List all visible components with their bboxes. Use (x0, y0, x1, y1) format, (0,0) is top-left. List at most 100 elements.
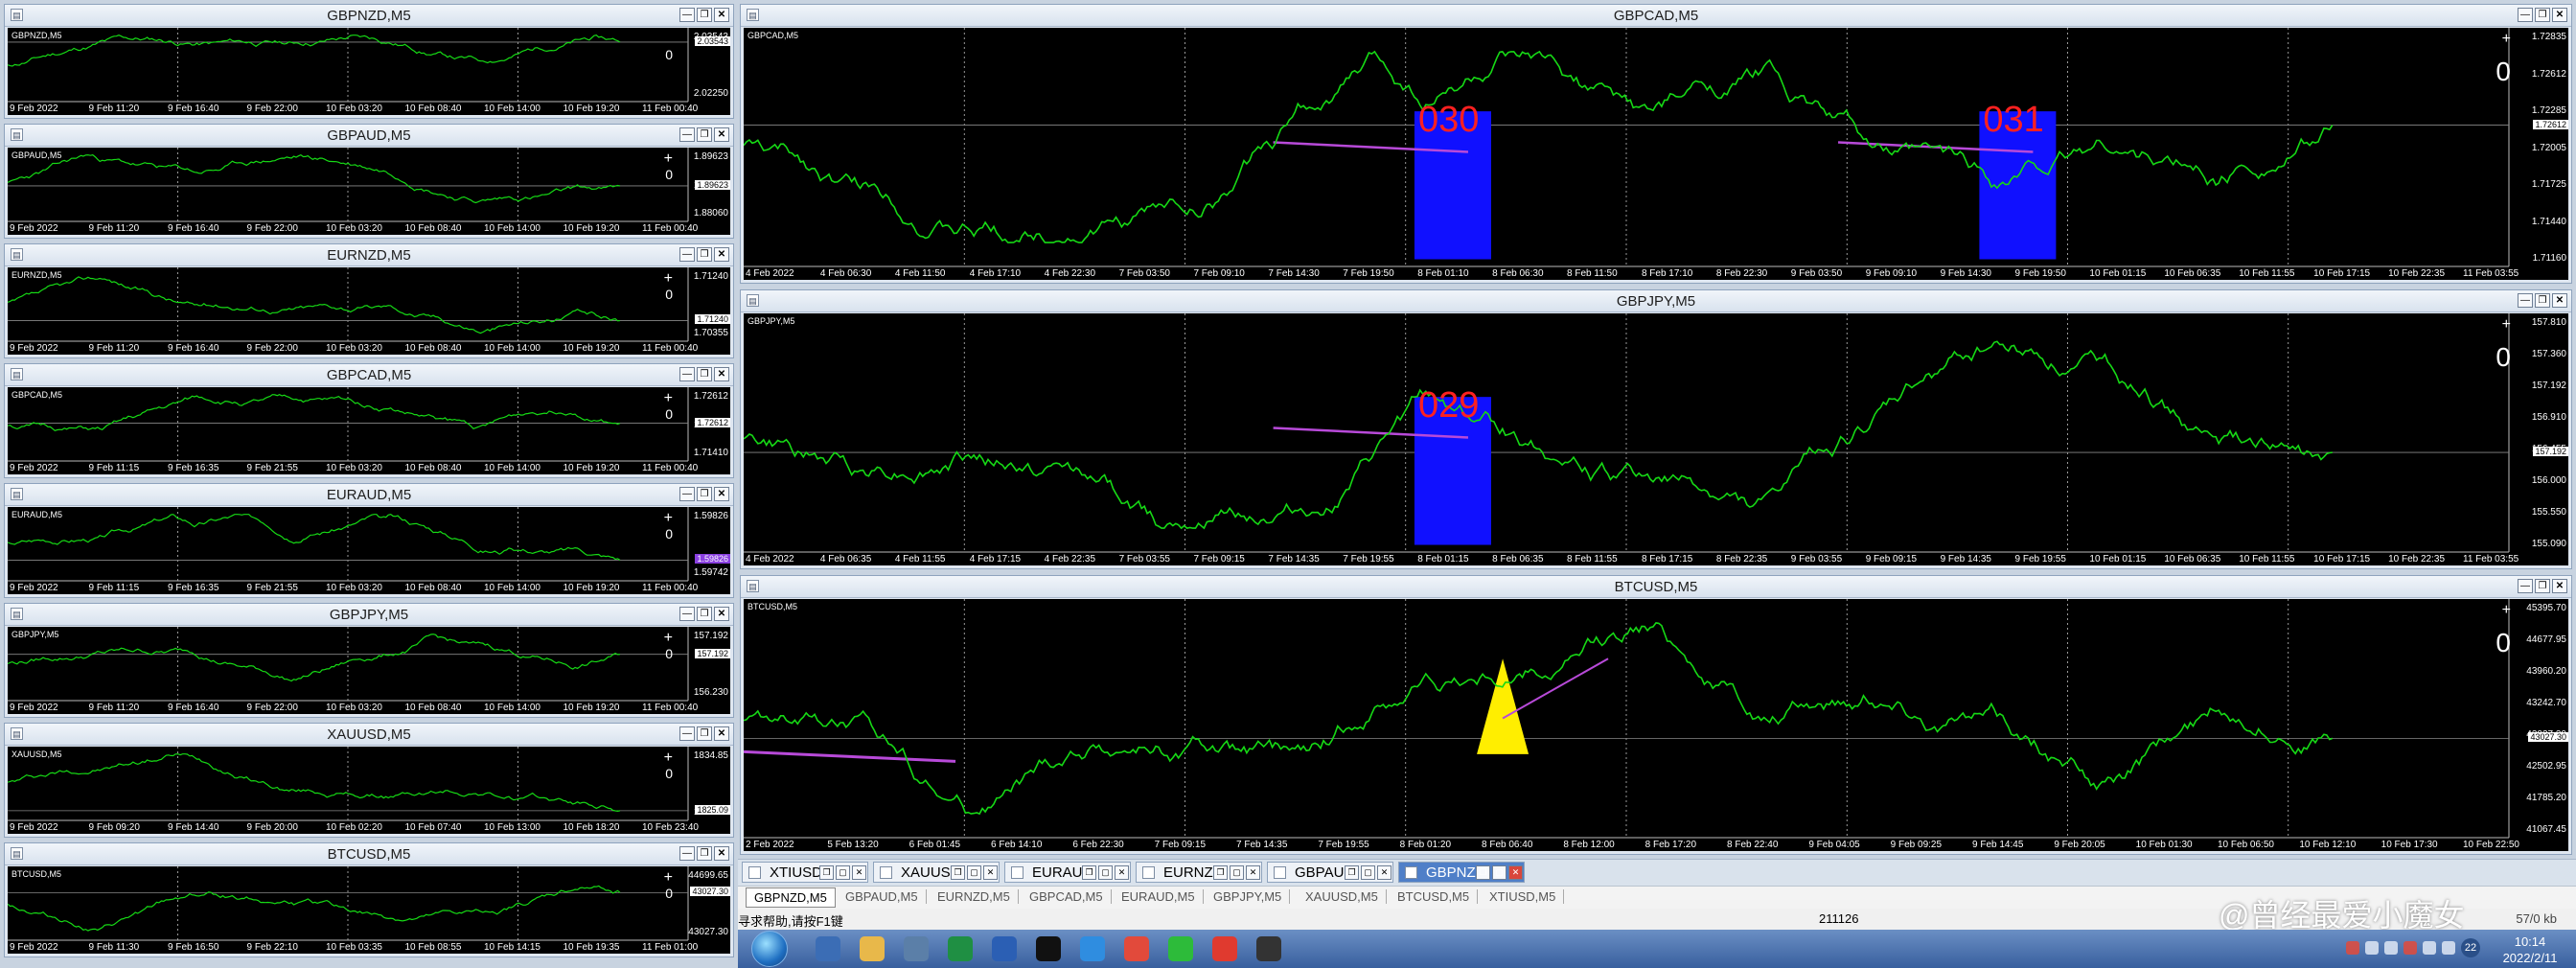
tray-icon[interactable] (2442, 941, 2455, 955)
chart-window[interactable]: ▤ GBPJPY,M5— ❐ ✕ 029 GBPJPY,M5 4 Feb 2022 4 Feb… (740, 289, 2572, 569)
media-app[interactable] (897, 933, 935, 965)
chart-canvas[interactable]: 029 GBPJPY,M5 4 Feb 2022 4 Feb 06:35 4 Feb 1… (744, 313, 2568, 565)
word-app[interactable] (985, 933, 1024, 965)
window-tab[interactable]: GBPNZ... ❐ ▢ ✕ (1398, 862, 1525, 883)
close-button[interactable]: ✕ (714, 8, 729, 22)
chart-canvas[interactable]: BTCUSD,M5 9 Feb 2022 9 Feb 11:30 9 Feb 16:5… (8, 866, 730, 954)
minimize-button[interactable]: — (679, 8, 695, 22)
zoom-plus-icon[interactable]: + (2502, 602, 2511, 619)
window-titlebar[interactable]: ▤ XAUUSD,M5— ❐ ✕ (5, 724, 733, 746)
maximize-button[interactable]: ❐ (697, 607, 712, 621)
chart-window[interactable]: ▤ EURNZD,M5— ❐ ✕ EURNZD,M5 9 Feb 2022 9 Feb 11… (4, 243, 734, 358)
window-titlebar[interactable]: ▤ BTCUSD,M5— ❐ ✕ (741, 576, 2571, 598)
maximize-button[interactable]: ▢ (1492, 865, 1506, 880)
wps-app[interactable] (1206, 933, 1244, 965)
close-button[interactable]: ✕ (852, 865, 866, 880)
chart-window[interactable]: ▤ GBPAUD,M5— ❐ ✕ GBPAUD,M5 9 Feb 2022 9 Feb 11… (4, 124, 734, 239)
maximize-button[interactable]: ❐ (697, 247, 712, 262)
window-titlebar[interactable]: ▤ GBPCAD,M5— ❐ ✕ (741, 5, 2571, 27)
chrome-app[interactable] (1117, 933, 1156, 965)
zoom-plus-icon[interactable]: + (664, 270, 673, 288)
close-button[interactable]: ✕ (2552, 8, 2567, 22)
tray-icon[interactable] (2346, 941, 2359, 955)
minimize-button[interactable]: — (679, 607, 695, 621)
chart-canvas[interactable]: GBPJPY,M5 9 Feb 2022 9 Feb 11:20 9 Feb 16:4… (8, 627, 730, 714)
zoom-plus-icon[interactable]: + (664, 150, 673, 168)
maximize-button[interactable]: ▢ (836, 865, 850, 880)
chart-window[interactable]: ▤ BTCUSD,M5— ❐ ✕ BTCUSD,M5 9 Feb 2022 9 Feb 11… (4, 842, 734, 957)
maximize-button[interactable]: ▢ (967, 865, 981, 880)
maximize-button[interactable]: ❐ (2535, 8, 2550, 22)
minimize-button[interactable]: — (2518, 579, 2533, 593)
chart-canvas[interactable]: GBPNZD,M5 9 Feb 2022 9 Feb 11:20 9 Feb 16:4… (8, 28, 730, 115)
close-button[interactable]: ✕ (983, 865, 998, 880)
minimize-button[interactable]: — (2518, 8, 2533, 22)
window-tab[interactable]: EURNZ... ❐ ▢ ✕ (1136, 862, 1262, 883)
notification-badge[interactable]: 22 (2461, 938, 2480, 957)
close-button[interactable]: ✕ (2552, 293, 2567, 308)
tray-icon[interactable] (2365, 941, 2379, 955)
maximize-button[interactable]: ▢ (1361, 865, 1375, 880)
zoom-plus-icon[interactable]: + (664, 869, 673, 887)
minimize-button[interactable]: — (679, 726, 695, 741)
chart-window[interactable]: ▤ GBPCAD,M5— ❐ ✕ GBPCAD,M5 9 Feb 2022 9 Feb 11… (4, 363, 734, 478)
tray-icon[interactable] (2384, 941, 2398, 955)
chart-window[interactable]: ▤ GBPCAD,M5— ❐ ✕ 030 031 GBPCAD,M5 4 Feb 2022 4 … (740, 4, 2572, 284)
maximize-button[interactable]: ❐ (697, 367, 712, 381)
minimize-button[interactable]: — (679, 247, 695, 262)
restore-button[interactable]: ❐ (1345, 865, 1359, 880)
maximize-button[interactable]: ❐ (697, 487, 712, 501)
zoom-plus-icon[interactable]: + (664, 510, 673, 527)
chart-window[interactable]: ▤ GBPNZD,M5— ❐ ✕ GBPNZD,M5 9 Feb 2022 9 Feb 11… (4, 4, 734, 119)
window-titlebar[interactable]: ▤ BTCUSD,M5— ❐ ✕ (5, 843, 733, 865)
maximize-button[interactable]: ❐ (2535, 579, 2550, 593)
window-titlebar[interactable]: ▤ GBPCAD,M5— ❐ ✕ (5, 364, 733, 386)
window-tab[interactable]: XAUUS... ❐ ▢ ✕ (873, 862, 1000, 883)
close-button[interactable]: ✕ (1508, 865, 1523, 880)
window-titlebar[interactable]: ▤ GBPJPY,M5— ❐ ✕ (5, 604, 733, 626)
close-button[interactable]: ✕ (2552, 579, 2567, 593)
chart-canvas[interactable]: XAUUSD,M5 9 Feb 2022 9 Feb 09:20 9 Feb 14:4… (8, 747, 730, 834)
maximize-button[interactable]: ❐ (697, 8, 712, 22)
restore-button[interactable]: ❐ (1476, 865, 1490, 880)
clock[interactable]: 10:14 2022/2/11 (2492, 933, 2568, 966)
window-tab[interactable]: GBPAU... ❐ ▢ ✕ (1267, 862, 1393, 883)
window-titlebar[interactable]: ▤ GBPNZD,M5— ❐ ✕ (5, 5, 733, 27)
chart-window[interactable]: ▤ BTCUSD,M5— ❐ ✕ BTCUSD,M5 2 Feb 2022 5 Feb 13… (740, 575, 2572, 855)
maximize-button[interactable]: ▢ (1098, 865, 1113, 880)
trading-app[interactable] (1250, 933, 1288, 965)
chart-window[interactable]: ▤ XAUUSD,M5— ❐ ✕ XAUUSD,M5 9 Feb 2022 9 Feb 09… (4, 723, 734, 838)
minimize-button[interactable]: — (679, 846, 695, 861)
window-tab[interactable]: XTIUSD... ❐ ▢ ✕ (742, 862, 868, 883)
close-button[interactable]: ✕ (714, 127, 729, 142)
chart-canvas[interactable]: GBPAUD,M5 9 Feb 2022 9 Feb 11:20 9 Feb 16:4… (8, 148, 730, 235)
symbol-tab[interactable]: BTCUSD,M5 (1390, 889, 1479, 904)
chart-canvas[interactable]: 030 031 GBPCAD,M5 4 Feb 2022 4 Feb 06:30 4 Fe… (744, 28, 2568, 280)
zoom-plus-icon[interactable]: + (2502, 31, 2511, 48)
start-button[interactable] (751, 931, 788, 967)
symbol-tab[interactable]: GBPCAD,M5 (1022, 889, 1112, 904)
restore-button[interactable]: ❐ (1213, 865, 1228, 880)
window-titlebar[interactable]: ▤ GBPAUD,M5— ❐ ✕ (5, 125, 733, 147)
chart-canvas[interactable]: EURNZD,M5 9 Feb 2022 9 Feb 11:20 9 Feb 16:4… (8, 267, 730, 355)
excel-app[interactable] (941, 933, 979, 965)
window-titlebar[interactable]: ▤ GBPJPY,M5— ❐ ✕ (741, 290, 2571, 312)
close-button[interactable]: ✕ (1246, 865, 1260, 880)
close-button[interactable]: ✕ (1115, 865, 1129, 880)
minimize-button[interactable]: — (679, 127, 695, 142)
minimize-button[interactable]: — (2518, 293, 2533, 308)
zoom-plus-icon[interactable]: + (2502, 316, 2511, 334)
close-button[interactable]: ✕ (714, 726, 729, 741)
symbol-tab[interactable]: XTIUSD,M5 (1482, 889, 1565, 904)
symbol-tab[interactable]: GBPNZD,M5 (746, 887, 836, 908)
maximize-button[interactable]: ❐ (697, 846, 712, 861)
symbol-tab[interactable]: GBPJPY,M5 (1206, 889, 1291, 904)
window-tab[interactable]: EURAU... ❐ ▢ ✕ (1004, 862, 1131, 883)
qq-app[interactable] (1029, 933, 1068, 965)
close-button[interactable]: ✕ (714, 247, 729, 262)
window-titlebar[interactable]: ▤ EURNZD,M5— ❐ ✕ (5, 244, 733, 266)
maximize-button[interactable]: ❐ (697, 127, 712, 142)
symbol-tab[interactable]: XAUUSD,M5 (1298, 889, 1387, 904)
close-button[interactable]: ✕ (714, 607, 729, 621)
close-button[interactable]: ✕ (1377, 865, 1392, 880)
